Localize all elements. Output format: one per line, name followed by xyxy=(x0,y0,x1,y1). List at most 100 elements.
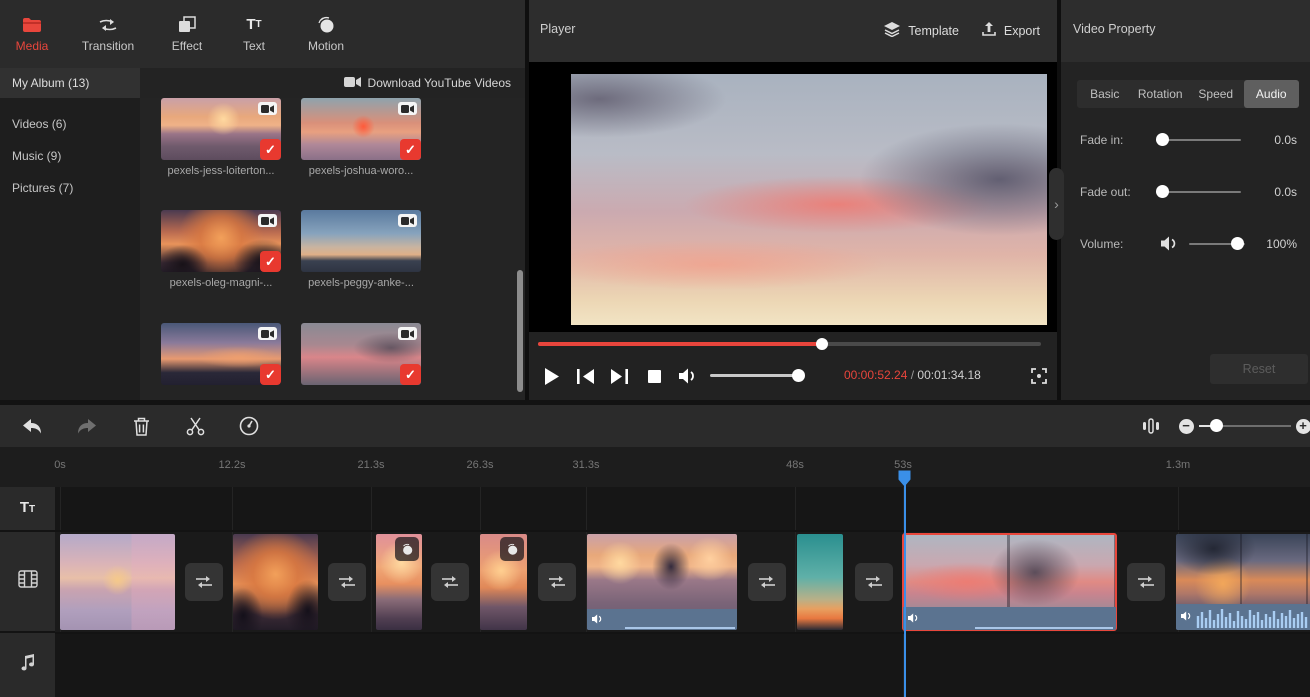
tab-basic[interactable]: Basic xyxy=(1077,80,1133,108)
fade-in-slider[interactable] xyxy=(1156,130,1241,150)
volume-property-slider[interactable] xyxy=(1189,234,1245,254)
fade-out-row: Fade out: 0.0s xyxy=(1061,182,1310,202)
export-icon xyxy=(982,22,996,40)
clip-audio-strip xyxy=(587,609,737,630)
tab-audio[interactable]: Audio xyxy=(1244,80,1300,108)
speed-button[interactable] xyxy=(231,405,267,447)
timeline-clip[interactable] xyxy=(233,534,318,630)
adjust-track-height-button[interactable] xyxy=(1133,405,1169,447)
playhead-marker[interactable] xyxy=(898,470,911,492)
previous-frame-button[interactable] xyxy=(571,363,599,389)
media-scrollbar[interactable] xyxy=(517,270,523,392)
seek-thumb[interactable] xyxy=(816,338,828,350)
motion-effect-badge xyxy=(500,537,524,561)
media-grid: ✓ pexels-jess-loiterton... ✓ pexels-josh… xyxy=(140,98,525,400)
fullscreen-button[interactable] xyxy=(1026,363,1052,389)
sidebar-item-music[interactable]: Music (9) xyxy=(0,140,140,172)
property-title: Video Property xyxy=(1073,22,1155,36)
media-item-label: pexels-joshua-woro... xyxy=(301,165,421,177)
volume-slider-thumb[interactable] xyxy=(792,369,805,382)
transition-slot-button[interactable] xyxy=(538,563,576,601)
split-button[interactable] xyxy=(177,405,213,447)
selected-check-icon: ✓ xyxy=(260,364,281,385)
text-track-header[interactable]: TT xyxy=(0,487,55,530)
library-sidebar: Videos (6) Music (9) Pictures (7) xyxy=(0,98,140,400)
fade-out-slider-thumb[interactable] xyxy=(1156,185,1169,198)
timeline-clip[interactable] xyxy=(797,534,843,630)
sidebar-item-pictures[interactable]: Pictures (7) xyxy=(0,172,140,204)
volume-property-slider-thumb[interactable] xyxy=(1231,237,1244,250)
tab-effect-label: Effect xyxy=(172,39,202,53)
fade-in-slider-thumb[interactable] xyxy=(1156,133,1169,146)
transition-slot-button[interactable] xyxy=(1127,563,1165,601)
tab-motion[interactable]: Motion xyxy=(286,0,366,68)
timeline-clip[interactable] xyxy=(587,534,737,630)
tab-text[interactable]: TT Text xyxy=(222,0,286,68)
transition-slot-button[interactable] xyxy=(748,563,786,601)
template-button[interactable]: Template xyxy=(884,18,959,44)
mute-button[interactable] xyxy=(674,363,702,389)
music-track-header[interactable] xyxy=(0,633,55,697)
download-youtube-button[interactable]: Download YouTube Videos xyxy=(344,68,511,98)
timeline-ruler[interactable]: 0s 12.2s 21.3s 26.3s 31.3s 48s 53s 1.3m xyxy=(0,447,1310,487)
timeline-zoom-thumb[interactable] xyxy=(1210,419,1223,432)
stop-icon xyxy=(648,370,661,383)
video-track-icon xyxy=(18,570,38,593)
transition-slot-button[interactable] xyxy=(328,563,366,601)
delete-button[interactable] xyxy=(123,405,159,447)
time-display: 00:00:52.24 / 00:01:34.18 xyxy=(844,368,1022,382)
video-type-icon xyxy=(398,327,417,340)
tab-speed[interactable]: Speed xyxy=(1188,80,1244,108)
tab-rotation[interactable]: Rotation xyxy=(1133,80,1189,108)
media-item[interactable]: ✓ xyxy=(161,323,281,385)
video-camera-icon xyxy=(344,76,361,91)
timeline-clip[interactable] xyxy=(1176,534,1310,630)
music-track[interactable] xyxy=(55,634,1310,697)
zoom-in-button[interactable]: + xyxy=(1285,405,1310,447)
media-item[interactable]: ✓ pexels-joshua-woro... xyxy=(301,98,421,177)
video-track[interactable] xyxy=(55,532,1310,632)
motion-icon xyxy=(315,16,337,34)
player-header: Player Template Export xyxy=(529,0,1057,62)
timeline-clip[interactable] xyxy=(480,534,527,630)
text-track[interactable] xyxy=(55,487,1310,530)
property-tabs: Basic Rotation Speed Audio xyxy=(1077,80,1299,108)
property-header: Video Property xyxy=(1061,0,1310,62)
export-button[interactable]: Export xyxy=(982,18,1040,44)
tab-motion-label: Motion xyxy=(308,39,344,53)
timeline-clip-selected[interactable] xyxy=(903,534,1116,630)
media-item[interactable]: ✓ pexels-jess-loiterton... xyxy=(161,98,281,177)
stop-button[interactable] xyxy=(641,363,667,389)
media-item[interactable]: ✓ pexels-oleg-magni-... xyxy=(161,210,281,289)
transition-slot-button[interactable] xyxy=(185,563,223,601)
play-button[interactable] xyxy=(537,363,565,389)
total-time: 00:01:34.18 xyxy=(917,368,980,382)
sidebar-item-videos[interactable]: Videos (6) xyxy=(0,108,140,140)
video-track-header[interactable] xyxy=(0,532,55,631)
transition-slot-button[interactable] xyxy=(855,563,893,601)
timeline-clip[interactable] xyxy=(60,534,175,630)
selected-check-icon: ✓ xyxy=(400,364,421,385)
playhead-line[interactable] xyxy=(904,478,906,697)
next-frame-button[interactable] xyxy=(605,363,633,389)
tab-effect[interactable]: Effect xyxy=(152,0,222,68)
video-property-panel: Video Property Basic Rotation Speed Audi… xyxy=(1061,0,1310,400)
undo-button[interactable] xyxy=(14,405,50,447)
effect-icon xyxy=(176,16,198,34)
fade-out-slider[interactable] xyxy=(1156,182,1241,202)
redo-button[interactable] xyxy=(69,405,105,447)
transition-slot-button[interactable] xyxy=(431,563,469,601)
tab-media[interactable]: Media xyxy=(0,0,64,68)
timeline-clip[interactable] xyxy=(376,534,422,630)
motion-effect-badge xyxy=(395,537,419,561)
collapse-panel-handle[interactable]: › xyxy=(1049,168,1064,240)
tab-text-label: Text xyxy=(243,39,265,53)
export-label: Export xyxy=(1004,24,1040,38)
volume-slider[interactable] xyxy=(710,374,800,377)
media-item[interactable]: ✓ xyxy=(301,323,421,385)
my-album-tab[interactable]: My Album (13) xyxy=(0,68,140,98)
tab-transition[interactable]: Transition xyxy=(64,0,152,68)
seek-bar[interactable] xyxy=(538,342,1041,346)
reset-button[interactable]: Reset xyxy=(1210,354,1308,384)
media-item[interactable]: pexels-peggy-anke-... xyxy=(301,210,421,289)
